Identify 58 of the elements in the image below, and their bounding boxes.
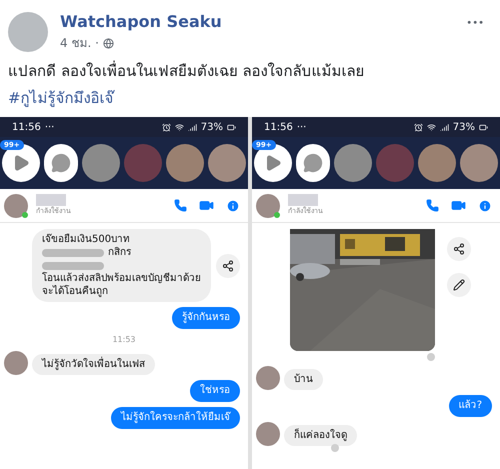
signal-icon: [440, 122, 449, 132]
status-time: 11:56: [264, 120, 293, 134]
wifi-icon: [426, 122, 436, 132]
status-dots: ···: [44, 120, 54, 134]
info-icon[interactable]: [478, 198, 492, 212]
battery-icon: [227, 122, 236, 132]
redacted-text: [42, 262, 104, 270]
message-bubble: ใช่หรอ: [190, 380, 240, 402]
post-time[interactable]: 4 ชม. ·: [60, 34, 99, 52]
message-text: ไม่รู้จักวัดใจเพื่อนในเฟส: [42, 358, 145, 371]
alarm-icon: [162, 122, 171, 132]
message-text: โอนแล้วส่งสลิปพร้อมเลขบัญชีมาด้วย: [42, 272, 201, 285]
chat-head[interactable]: [296, 144, 330, 182]
status-time: 11:56: [12, 120, 41, 134]
play-icon: [12, 154, 30, 172]
redacted-name: [36, 194, 66, 206]
seen-icon: [427, 353, 435, 361]
message-text: บ้าน: [294, 373, 313, 386]
message-bubble: รู้จักกันหรอ: [172, 307, 240, 329]
message-text: เจ๊ขอยืมเงิน500บาท: [42, 233, 130, 246]
phone-icon[interactable]: [426, 199, 439, 212]
chat-head[interactable]: [44, 144, 78, 182]
status-dots: ···: [296, 120, 306, 134]
message-text: กสิกร: [108, 246, 131, 259]
post-text: แปลกดี ลองใจเพื่อนในเฟสยืมตังเฉย ลองใจกลับแม้มเลย: [7, 60, 366, 82]
avatar: [256, 422, 280, 446]
seen-icon: [331, 444, 339, 452]
timestamp: 11:53: [112, 334, 136, 346]
redacted-text: [42, 248, 104, 256]
share-icon[interactable]: [453, 243, 465, 255]
battery-icon: [479, 122, 488, 132]
avatar: [4, 194, 28, 218]
more-options[interactable]: •••: [466, 12, 492, 31]
message-text: จะได้โอนคืนถูก: [42, 285, 108, 298]
author-name[interactable]: Watchapon Seaku: [60, 12, 222, 32]
wifi-icon: [174, 122, 184, 132]
video-icon[interactable]: [199, 198, 214, 213]
messenger-icon: [51, 153, 71, 173]
message-bubble: แล้ว?: [448, 395, 492, 417]
message-text: ก็แค่ลองใจดู: [294, 429, 347, 442]
signal-icon: [188, 122, 197, 132]
info-icon[interactable]: [226, 198, 240, 212]
battery-percent: 73%: [200, 120, 223, 134]
share-icon[interactable]: [222, 260, 234, 272]
hashtag-link[interactable]: #กูไม่รู้จักมึงอิเจ๊: [0, 86, 122, 109]
message-bubble: ไม่รู้จักใครจะกล้าให้ยืมเจ๊: [111, 407, 240, 429]
messenger-icon: [303, 153, 323, 173]
avatar: [256, 194, 280, 218]
pencil-icon[interactable]: [453, 279, 465, 291]
video-icon[interactable]: [451, 198, 466, 213]
avatar: [256, 366, 280, 390]
phone-icon[interactable]: [174, 199, 187, 212]
alarm-icon: [414, 122, 423, 132]
globe-icon: [102, 38, 114, 48]
avatar: [4, 351, 28, 375]
play-icon: [264, 154, 282, 172]
battery-percent: 73%: [452, 120, 475, 134]
redacted-name: [288, 194, 318, 206]
